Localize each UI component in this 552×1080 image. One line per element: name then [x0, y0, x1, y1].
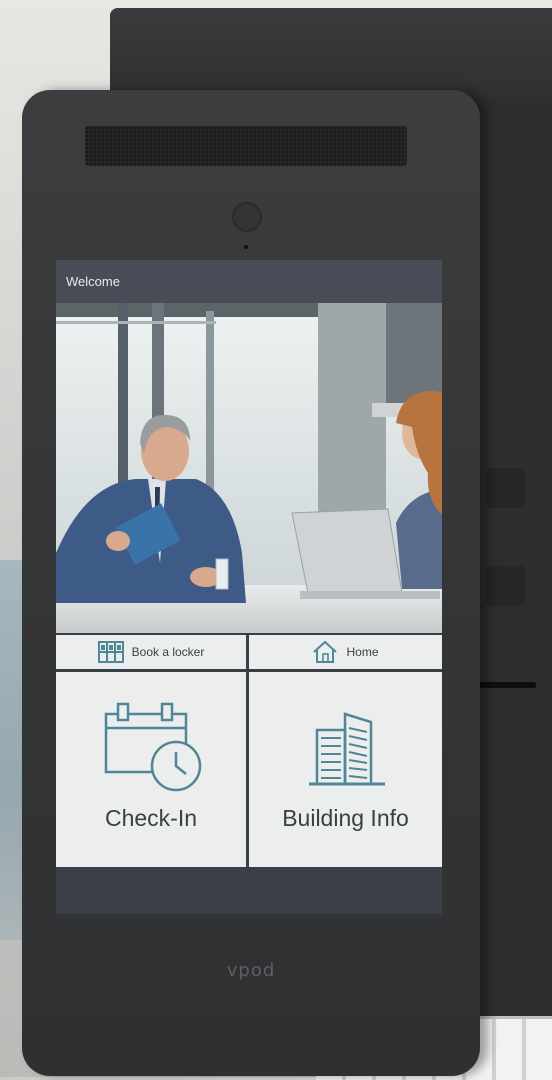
speaker-grille	[85, 126, 407, 166]
book-locker-label: Book a locker	[131, 645, 205, 659]
photo-illustration	[56, 303, 442, 633]
check-in-button[interactable]: Check-In	[56, 672, 246, 867]
screen-footer	[56, 867, 442, 914]
kiosk-screen: Welcome Book a locker Home Check-In Buil…	[56, 260, 442, 914]
rear-panel-button-lower	[486, 566, 526, 606]
welcome-header: Welcome	[56, 260, 442, 303]
home-icon	[313, 640, 338, 663]
home-label: Home	[346, 645, 379, 659]
building-icon	[309, 712, 385, 786]
building-info-label: Building Info	[282, 805, 409, 831]
book-locker-button[interactable]: Book a locker	[56, 635, 246, 669]
rear-panel-button-upper	[486, 468, 526, 508]
sensor-dot	[244, 245, 248, 249]
quick-link-row: Book a locker Home	[56, 633, 442, 669]
building-info-button[interactable]: Building Info	[249, 672, 442, 867]
camera-icon	[232, 202, 262, 232]
home-button[interactable]: Home	[249, 635, 442, 669]
rear-panel-slot	[478, 682, 536, 688]
office-meeting-photo	[56, 303, 442, 633]
locker-icon	[97, 641, 124, 663]
welcome-label: Welcome	[66, 274, 120, 289]
kiosk-device: Welcome Book a locker Home Check-In Buil…	[22, 90, 480, 1076]
check-in-label: Check-In	[104, 805, 198, 831]
brand-logo: vpod	[226, 960, 276, 981]
calendar-clock-icon	[104, 702, 202, 792]
rear-panel-top	[110, 8, 552, 98]
